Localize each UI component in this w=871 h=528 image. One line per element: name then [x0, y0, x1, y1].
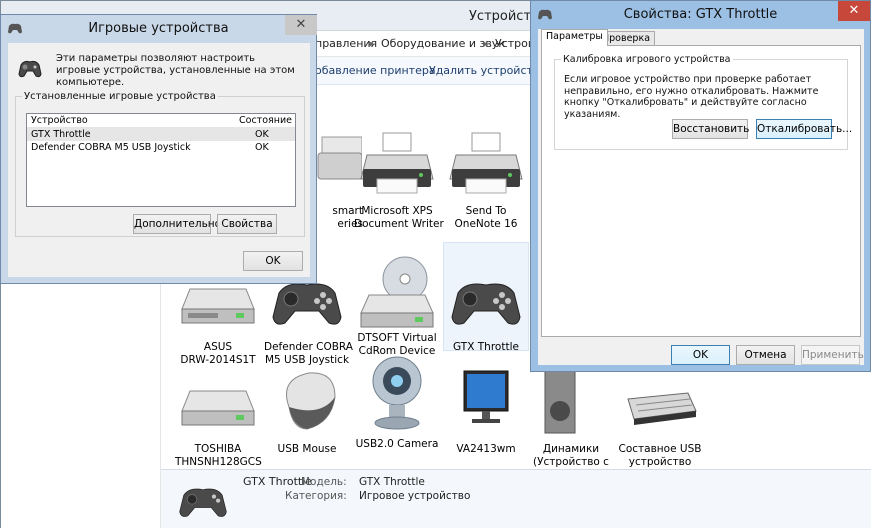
gamepad-icon: [179, 488, 227, 517]
dialog-titlebar: Свойства: GTX Throttle ✕: [531, 1, 870, 29]
cancel-button[interactable]: Отмена: [736, 345, 795, 365]
device-toshiba-drive[interactable]: TOSHIBA THNSNH128GCS T: [175, 367, 262, 482]
dialog-title: Свойства: GTX Throttle: [623, 7, 778, 22]
device-usb-mouse[interactable]: USB Mouse: [264, 367, 350, 456]
close-button[interactable]: ✕: [838, 1, 870, 21]
device-name: GTX Throttle: [31, 129, 91, 140]
device-status: OK: [255, 142, 269, 153]
tab-settings[interactable]: Параметры: [541, 29, 608, 46]
breadcrumb-separator: ▸: [483, 37, 489, 50]
cdrom-icon: [360, 256, 434, 328]
device-speakers[interactable]: Динамики (Устройство с поддержкой: [528, 366, 614, 482]
restore-button[interactable]: Восстановить: [672, 119, 749, 139]
properties-button[interactable]: Свойства: [217, 214, 277, 234]
tab-panel: Калибровка игрового устройства Если игро…: [541, 45, 861, 337]
calibrate-button[interactable]: Откалибровать...: [756, 119, 852, 139]
dialog-titlebar: Игровые устройства ✕: [1, 15, 317, 43]
close-button[interactable]: ✕: [285, 15, 317, 35]
remove-device-command[interactable]: Удалить устройство: [429, 64, 546, 77]
device-label: Составное USB устройство: [618, 443, 702, 468]
list-item[interactable]: GTX Throttle OK: [27, 128, 295, 141]
device-va2413wm[interactable]: VA2413wm: [443, 367, 529, 456]
advanced-button[interactable]: Дополнительно...: [133, 214, 231, 234]
game-controllers-dialog: Игровые устройства ✕ Эти параметры позво…: [0, 14, 317, 284]
details-category-value: Игровое устройство: [359, 490, 471, 502]
ok-button[interactable]: OK: [243, 251, 303, 271]
group-label: Калибровка игрового устройства: [563, 54, 731, 65]
device-onenote[interactable]: Send To OneNote 16: [443, 129, 529, 231]
devices-list[interactable]: Устройство Состояние GTX Throttle OK Def…: [26, 113, 296, 207]
ok-button[interactable]: OK: [671, 345, 730, 365]
details-category-label: Категория:: [285, 490, 347, 502]
keyboard-icon: [627, 392, 697, 425]
calibration-description: Если игровое устройство при проверке раб…: [564, 74, 819, 120]
device-composite-usb[interactable]: Составное USB устройство: [617, 367, 703, 469]
mouse-icon: [286, 372, 336, 430]
device-label: Microsoft XPS Document Writer: [354, 205, 444, 230]
gamepad-icon: [18, 60, 42, 78]
breadcrumb-item[interactable]: правления: [315, 37, 377, 50]
device-label: USB Mouse: [277, 443, 337, 455]
details-pane: GTX Throttle Модель: GTX Throttle Катего…: [161, 469, 871, 528]
group-label: Установленные игровые устройства: [24, 91, 216, 102]
column-header-status[interactable]: Состояние: [239, 115, 292, 126]
gamepad-icon: [451, 283, 521, 325]
properties-dialog: Свойства: GTX Throttle ✕ Параметры Прове…: [530, 0, 871, 372]
device-label: Send To OneNote 16: [454, 205, 518, 230]
device-dtsoft-cdrom[interactable]: DTSOFT Virtual CdRom Device: [354, 255, 440, 358]
breadcrumb-separator: ▸: [369, 37, 375, 50]
device-xps-writer[interactable]: Microsoft XPS Document Writer: [354, 129, 444, 231]
speaker-icon: [544, 366, 576, 434]
apply-button[interactable]: Применить: [801, 345, 864, 365]
printer-icon: [360, 132, 434, 194]
list-item[interactable]: Defender COBRA M5 USB Joystick OK: [27, 141, 295, 154]
device-name: Defender COBRA M5 USB Joystick: [31, 142, 191, 153]
dialog-title: Игровые устройства: [88, 21, 229, 36]
device-usb-camera[interactable]: USB2.0 Camera: [354, 351, 440, 451]
dialog-body: Параметры Проверка Калибровка игрового у…: [538, 29, 864, 365]
hard-drive-icon: [181, 390, 255, 426]
details-model-value: GTX Throttle: [359, 476, 425, 488]
add-printer-command[interactable]: обавление принтера: [315, 64, 436, 77]
device-label: VA2413wm: [456, 443, 516, 455]
device-label: Defender COBRA M5 USB Joystick: [264, 341, 353, 366]
device-status: OK: [255, 129, 269, 140]
device-gtx-throttle[interactable]: GTX Throttle: [443, 242, 529, 353]
device-label: ASUS DRW-2014S1T: [180, 341, 256, 366]
device-label: USB2.0 Camera: [355, 438, 439, 450]
monitor-icon: [463, 370, 509, 423]
webcam-icon: [372, 356, 422, 430]
list-header: Устройство Состояние: [27, 114, 295, 128]
intro-text: Эти параметры позволяют настроить игровы…: [56, 53, 295, 88]
details-model-label: Модель:: [301, 476, 347, 488]
column-header-device[interactable]: Устройство: [31, 115, 88, 126]
printer-icon: [449, 132, 523, 194]
device-label: GTX Throttle: [453, 341, 519, 353]
